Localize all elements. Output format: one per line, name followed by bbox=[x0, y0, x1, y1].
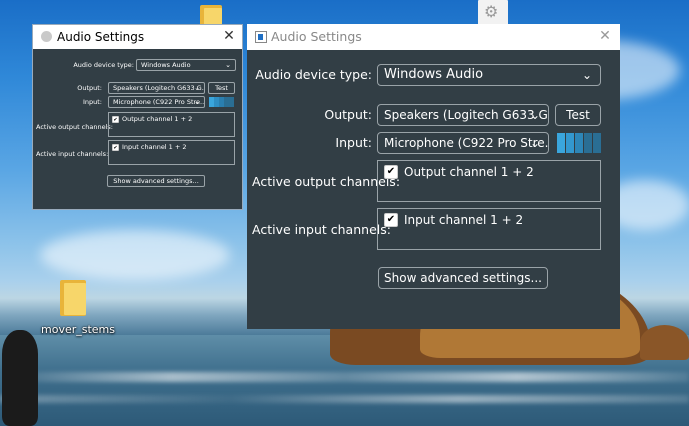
audio-settings-window-large: Audio Settings ✕ Audio device type: Wind… bbox=[247, 24, 620, 329]
window-title: Audio Settings bbox=[271, 29, 362, 44]
chevron-down-icon: ⌄ bbox=[529, 108, 540, 122]
output-channel-checkbox[interactable]: ✔ bbox=[384, 165, 398, 179]
output-label: Output: bbox=[77, 84, 102, 92]
input-dropdown[interactable]: Microphone (C922 Pro Stre... ⌄ bbox=[108, 96, 205, 108]
output-channel-label[interactable]: Output channel 1 + 2 bbox=[122, 115, 192, 123]
output-channels-box: ✔ Output channel 1 + 2 bbox=[377, 160, 601, 202]
output-channel-checkbox[interactable]: ✔ bbox=[112, 116, 119, 123]
test-button[interactable]: Test bbox=[555, 104, 601, 126]
input-channel-label[interactable]: Input channel 1 + 2 bbox=[404, 212, 523, 228]
test-button[interactable]: Test bbox=[208, 82, 235, 94]
input-value: Microphone (C922 Pro Stre... bbox=[113, 98, 205, 106]
audio-settings-window-small: Audio Settings ✕ Audio device type: Wind… bbox=[32, 24, 243, 210]
meter-bar bbox=[557, 133, 566, 153]
input-channel-label[interactable]: Input channel 1 + 2 bbox=[122, 143, 187, 151]
folder-icon[interactable] bbox=[60, 280, 86, 316]
output-channel-label[interactable]: Output channel 1 + 2 bbox=[404, 164, 534, 180]
gear-icon: ⚙ bbox=[484, 2, 499, 21]
meter-bar bbox=[566, 133, 575, 153]
runner-silhouette bbox=[2, 330, 38, 426]
chevron-down-icon: ⌄ bbox=[194, 84, 200, 92]
desktop-icon-label[interactable]: mover_stems bbox=[41, 323, 115, 336]
device-type-label: Audio device type: bbox=[73, 61, 134, 69]
device-type-value: Windows Audio bbox=[384, 67, 484, 82]
meter-bar bbox=[593, 133, 601, 153]
app-icon bbox=[41, 31, 52, 42]
rock-small bbox=[640, 325, 689, 360]
output-value: Speakers (Logitech G633 G... bbox=[384, 108, 549, 122]
output-label: Output: bbox=[324, 107, 372, 122]
input-channel-checkbox[interactable]: ✔ bbox=[384, 213, 398, 227]
active-output-label: Active output channels: bbox=[36, 123, 113, 131]
show-advanced-settings-button[interactable]: Show advanced settings... bbox=[378, 267, 548, 289]
chevron-down-icon: ⌄ bbox=[581, 68, 592, 82]
device-type-dropdown[interactable]: Windows Audio ⌄ bbox=[377, 64, 601, 86]
device-type-label: Audio device type: bbox=[255, 67, 372, 82]
window-title: Audio Settings bbox=[57, 30, 145, 44]
show-advanced-settings-button[interactable]: Show advanced settings... bbox=[107, 175, 205, 187]
title-bar[interactable]: Audio Settings ✕ bbox=[33, 25, 242, 49]
meter-bar bbox=[575, 133, 584, 153]
wave-foam bbox=[0, 395, 689, 403]
output-dropdown[interactable]: Speakers (Logitech G633 G... ⌄ bbox=[377, 104, 549, 126]
chevron-down-icon: ⌄ bbox=[529, 136, 540, 150]
device-type-value: Windows Audio bbox=[141, 61, 191, 69]
close-icon[interactable]: ✕ bbox=[222, 28, 236, 44]
settings-file-icon[interactable]: ⚙ bbox=[478, 0, 508, 25]
output-channels-box: ✔ Output channel 1 + 2 bbox=[108, 112, 235, 137]
input-level-meter bbox=[209, 97, 234, 107]
active-input-label: Active input channels: bbox=[36, 150, 109, 158]
input-channels-box: ✔ Input channel 1 + 2 bbox=[377, 208, 601, 250]
input-channel-checkbox[interactable]: ✔ bbox=[112, 144, 119, 151]
close-icon[interactable]: ✕ bbox=[598, 28, 612, 44]
folder-front bbox=[64, 283, 86, 315]
cloud bbox=[40, 230, 230, 280]
meter-bar bbox=[584, 133, 593, 153]
device-type-dropdown[interactable]: Windows Audio ⌄ bbox=[136, 59, 236, 71]
output-dropdown[interactable]: Speakers (Logitech G633 G... ⌄ bbox=[108, 82, 205, 94]
input-dropdown[interactable]: Microphone (C922 Pro Stre... ⌄ bbox=[377, 132, 549, 154]
title-bar[interactable]: Audio Settings ✕ bbox=[247, 24, 620, 50]
app-icon bbox=[255, 31, 267, 43]
input-channels-box: ✔ Input channel 1 + 2 bbox=[108, 140, 235, 165]
meter-bar bbox=[229, 97, 234, 107]
output-value: Speakers (Logitech G633 G... bbox=[113, 84, 205, 92]
input-value: Microphone (C922 Pro Stre... bbox=[384, 136, 549, 150]
active-input-label: Active input channels: bbox=[252, 222, 391, 237]
input-level-meter bbox=[557, 133, 601, 153]
chevron-down-icon: ⌄ bbox=[225, 61, 231, 69]
wave-foam bbox=[0, 372, 689, 382]
input-label: Input: bbox=[82, 98, 102, 106]
chevron-down-icon: ⌄ bbox=[194, 98, 200, 106]
input-label: Input: bbox=[335, 135, 372, 150]
